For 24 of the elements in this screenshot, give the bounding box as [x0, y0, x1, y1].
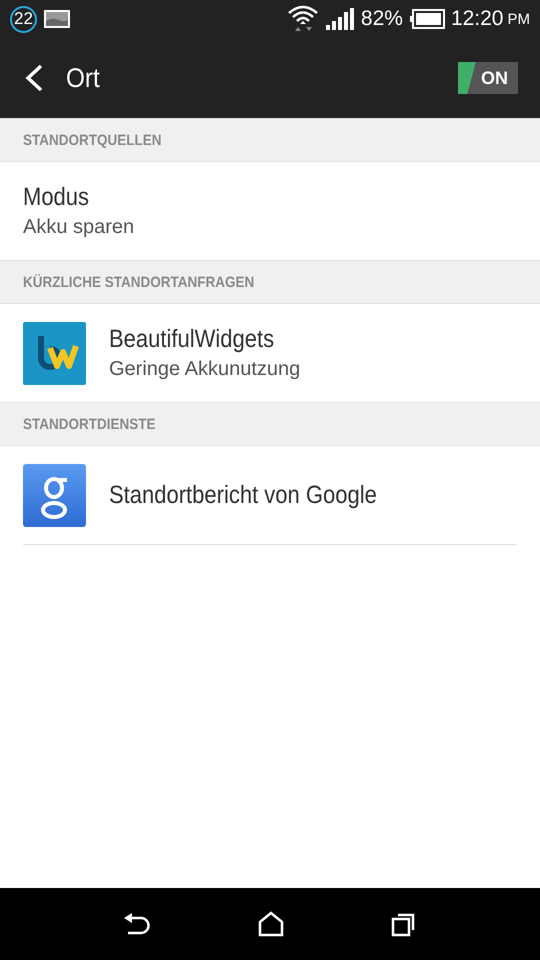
clock-period: PM — [508, 10, 530, 28]
setting-title[interactable]: BeautifulWidgets — [109, 325, 278, 354]
app-icon — [23, 322, 86, 384]
section-header: KÜRZLICHE STANDORTANFRAGEN — [23, 274, 254, 290]
screen-title: Ort — [66, 62, 100, 94]
setting-title[interactable]: Standortbericht von Google — [109, 480, 377, 510]
recent-apps-icon[interactable] — [390, 911, 417, 937]
setting-title[interactable]: Modus — [23, 183, 121, 212]
setting-summary: Akku sparen — [23, 216, 134, 239]
clock: 12:20 — [450, 7, 504, 31]
home-icon[interactable] — [258, 911, 284, 937]
wifi-icon — [286, 4, 319, 34]
battery-percentage: 82% — [360, 7, 403, 31]
app-icon — [23, 464, 86, 526]
setting-summary: Geringe Akkunutzung — [109, 358, 300, 381]
signal-icon — [324, 7, 355, 31]
image-icon — [43, 9, 71, 29]
notification-count: 22 — [10, 6, 37, 32]
location-toggle[interactable]: ON — [458, 62, 518, 94]
back-icon[interactable] — [24, 64, 44, 92]
back-icon[interactable] — [123, 912, 152, 936]
section-header: STANDORTQUELLEN — [23, 132, 162, 148]
section-header: STANDORTDIENSTE — [23, 416, 156, 432]
battery-icon — [408, 9, 445, 29]
